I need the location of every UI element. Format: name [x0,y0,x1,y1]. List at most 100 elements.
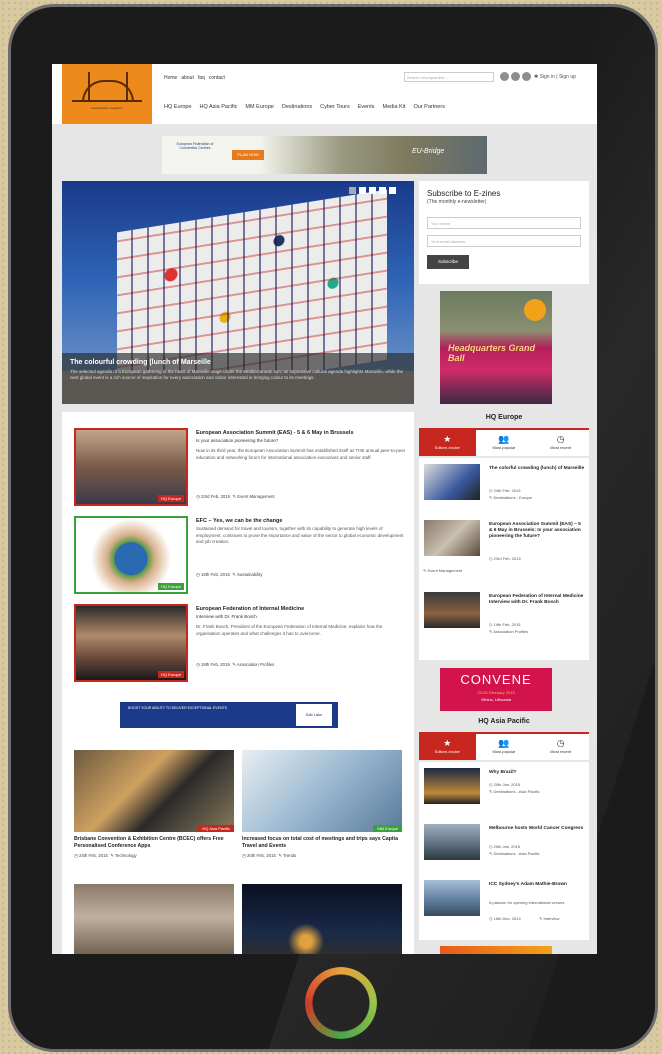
item-title[interactable]: European Association Summit (EAS) – 5 & … [489,522,585,541]
card-tag[interactable]: ✎ Technology [110,853,136,858]
convene-ad[interactable]: CONVENE 23-25 February 2015 Vilnius, Lit… [440,668,552,711]
article-thumbnail[interactable]: HQ Europe [74,516,188,594]
article-card[interactable] [242,884,402,954]
article-title[interactable]: European Federation of Internal Medicine [196,606,406,612]
list-item[interactable]: Melbourne hosts World Cancer Congress ◷ … [419,818,589,874]
article-thumbnail[interactable]: HQ Europe [74,428,188,506]
thumbnail [424,520,480,556]
article-tag[interactable]: ✎ Sustainability [232,572,262,577]
item-tag[interactable]: ✎ Destinations - Asia Pacific [489,851,539,856]
article-tag[interactable]: ✎ Association Profiles [232,662,274,667]
nav-events[interactable]: Events [358,104,375,110]
nav-our-partners[interactable]: Our Partners [413,104,444,110]
facebook-icon[interactable] [500,72,509,81]
plan-now-button[interactable]: PLAN NOW [232,150,264,160]
article-thumbnail[interactable]: HQ Europe [74,604,188,682]
name-field[interactable]: Your name [427,217,581,229]
hero-description: The selected agenda of a European gather… [70,369,403,381]
tab-editors-choice[interactable]: ★ Editors choice [419,734,476,760]
item-title[interactable]: Melbourne hosts World Cancer Congress [489,826,585,832]
thumbnail [424,464,480,500]
link-contact[interactable]: contact [209,75,225,81]
nav-cyber-tours[interactable]: Cyber Tours [320,104,350,110]
item-tag[interactable]: ✎ Destinations - Europe [489,495,532,500]
article-title[interactable]: EFC – Yes, we can be the change [196,518,406,524]
tab-most-popular[interactable]: 👥 Most popular [476,734,533,760]
item-title[interactable]: European Federation of Internal Medicine… [489,594,585,606]
article-title[interactable]: European Association Summit (EAS) - 5 & … [196,430,406,436]
hero-title[interactable]: The colourful crowding (lunch of Marseil… [70,359,406,366]
nav-destinations[interactable]: Destinations [282,104,312,110]
hero-slider[interactable]: The colourful crowding (lunch of Marseil… [62,181,414,404]
list-item[interactable]: Why Brazil? ◷ 20th Jan, 2015 ✎ Destinati… [419,762,589,818]
signin-link[interactable]: ✱ Sign in | Sign up [534,74,576,80]
card-thumbnail[interactable]: MM Europe [242,750,402,832]
top-banner-ad[interactable]: European Federation of Convention Centre… [162,136,487,174]
grand-ball-ad[interactable]: Headquarters Grand Ball [440,291,552,404]
star-icon: ★ [443,738,452,748]
nav-hq-europe[interactable]: HQ Europe [164,104,192,110]
link-faq[interactable]: faq [198,75,205,81]
tab-most-popular[interactable]: 👥 Most popular [476,430,533,456]
leaderboard-ad[interactable]: BOOST YOUR ABILITY TO DELIVER EXCEPTIONA… [120,702,338,728]
top-links: Home about faq contact [164,75,225,81]
email-field[interactable]: Your email address [427,235,581,247]
tab-most-recent[interactable]: ◷ Most recent [532,430,589,456]
site-logo[interactable]: headquarters magazine [62,64,152,124]
card-title[interactable]: Brisbane Convention & Exhibition Centre … [74,836,234,850]
item-title[interactable]: Why Brazil? [489,770,585,776]
nav-media-kit[interactable]: Media Kit [383,104,406,110]
card-thumbnail[interactable] [242,884,402,954]
item-tag[interactable]: ✎ Destinations - Asia Pacific [489,789,539,794]
subscribe-box: Subscribe to E-zines (The monthly e-news… [419,181,589,284]
tab-most-recent[interactable]: ◷ Most recent [532,734,589,760]
linkedin-icon[interactable] [522,72,531,81]
main-nav: HQ Europe HQ Asia Pacific MM Europe Dest… [164,104,445,110]
home-button[interactable] [305,967,377,1039]
banner-org: European Federation of Convention Centre… [176,142,214,150]
nav-hq-asia-pacific[interactable]: HQ Asia Pacific [200,104,238,110]
article-list: HQ Europe European Association Summit (E… [62,412,414,954]
subscribe-subtitle: (The monthly e-newsletter) [427,199,487,205]
site-header: headquarters magazine Home about faq con… [52,64,597,124]
tab-editors-choice[interactable]: ★ Editors choice [419,430,476,456]
logo-base [72,100,142,102]
ad-badge [524,299,546,321]
card-thumbnail[interactable]: HQ Asia Pacific [74,750,234,832]
article-excerpt: Sustained demand for travel and tourism,… [196,526,404,545]
item-date: ◷ 24th Feb, 2015 [489,488,521,493]
article-tag[interactable]: ✎ Event Management [232,494,274,499]
slider-dots[interactable] [349,187,396,194]
item-tag[interactable]: ✎ Association Profiles [489,629,528,634]
twitter-icon[interactable] [511,72,520,81]
list-item[interactable]: European Federation of Internal Medicine… [419,586,589,642]
ad-logo: Salt Lake [296,704,332,726]
category-badge: HQ Asia Pacific [198,825,234,832]
list-item[interactable]: The colorful crowding (lunch) of Marseil… [419,458,589,514]
nav-mm-europe[interactable]: MM Europe [245,104,273,110]
item-tag[interactable]: ✎ Event Management [423,568,462,573]
category-badge: HQ Europe [157,495,184,502]
article-meta: ◷ 23rd Feb, 2015 ✎ Event Management [196,494,275,499]
card-title[interactable]: Increased focus on total cost of meeting… [242,836,402,850]
logo-pole [88,72,90,100]
article-card[interactable] [74,884,234,954]
search-input[interactable]: Search headquarters... [404,72,494,82]
card-thumbnail[interactable] [74,884,234,954]
list-item[interactable]: European Association Summit (EAS) – 5 & … [419,514,589,586]
item-date: ◷ 16th Dec, 2014 [489,916,521,921]
article-card[interactable]: HQ Asia Pacific Brisbane Convention & Ex… [74,750,234,859]
thumbnail [424,824,480,860]
sidebar-ad-bottom[interactable] [440,946,552,954]
article-meta: ◷ 19th Feb, 2015 ✎ Association Profiles [196,662,275,667]
category-badge: MM Europe [373,825,402,832]
article-card[interactable]: MM Europe Increased focus on total cost … [242,750,402,859]
card-tag[interactable]: ✎ Trends [278,853,296,858]
item-title[interactable]: ICC Sydney's Adam Mathie-Brown [489,882,585,888]
item-tag[interactable]: ✎ Interview [539,916,559,921]
subscribe-button[interactable]: Subscribe [427,255,469,269]
link-home[interactable]: Home [164,75,177,81]
link-about[interactable]: about [181,75,194,81]
list-item[interactable]: ICC Sydney's Adam Mathie-Brown A passion… [419,874,589,938]
item-title[interactable]: The colorful crowding (lunch) of Marseil… [489,466,585,472]
